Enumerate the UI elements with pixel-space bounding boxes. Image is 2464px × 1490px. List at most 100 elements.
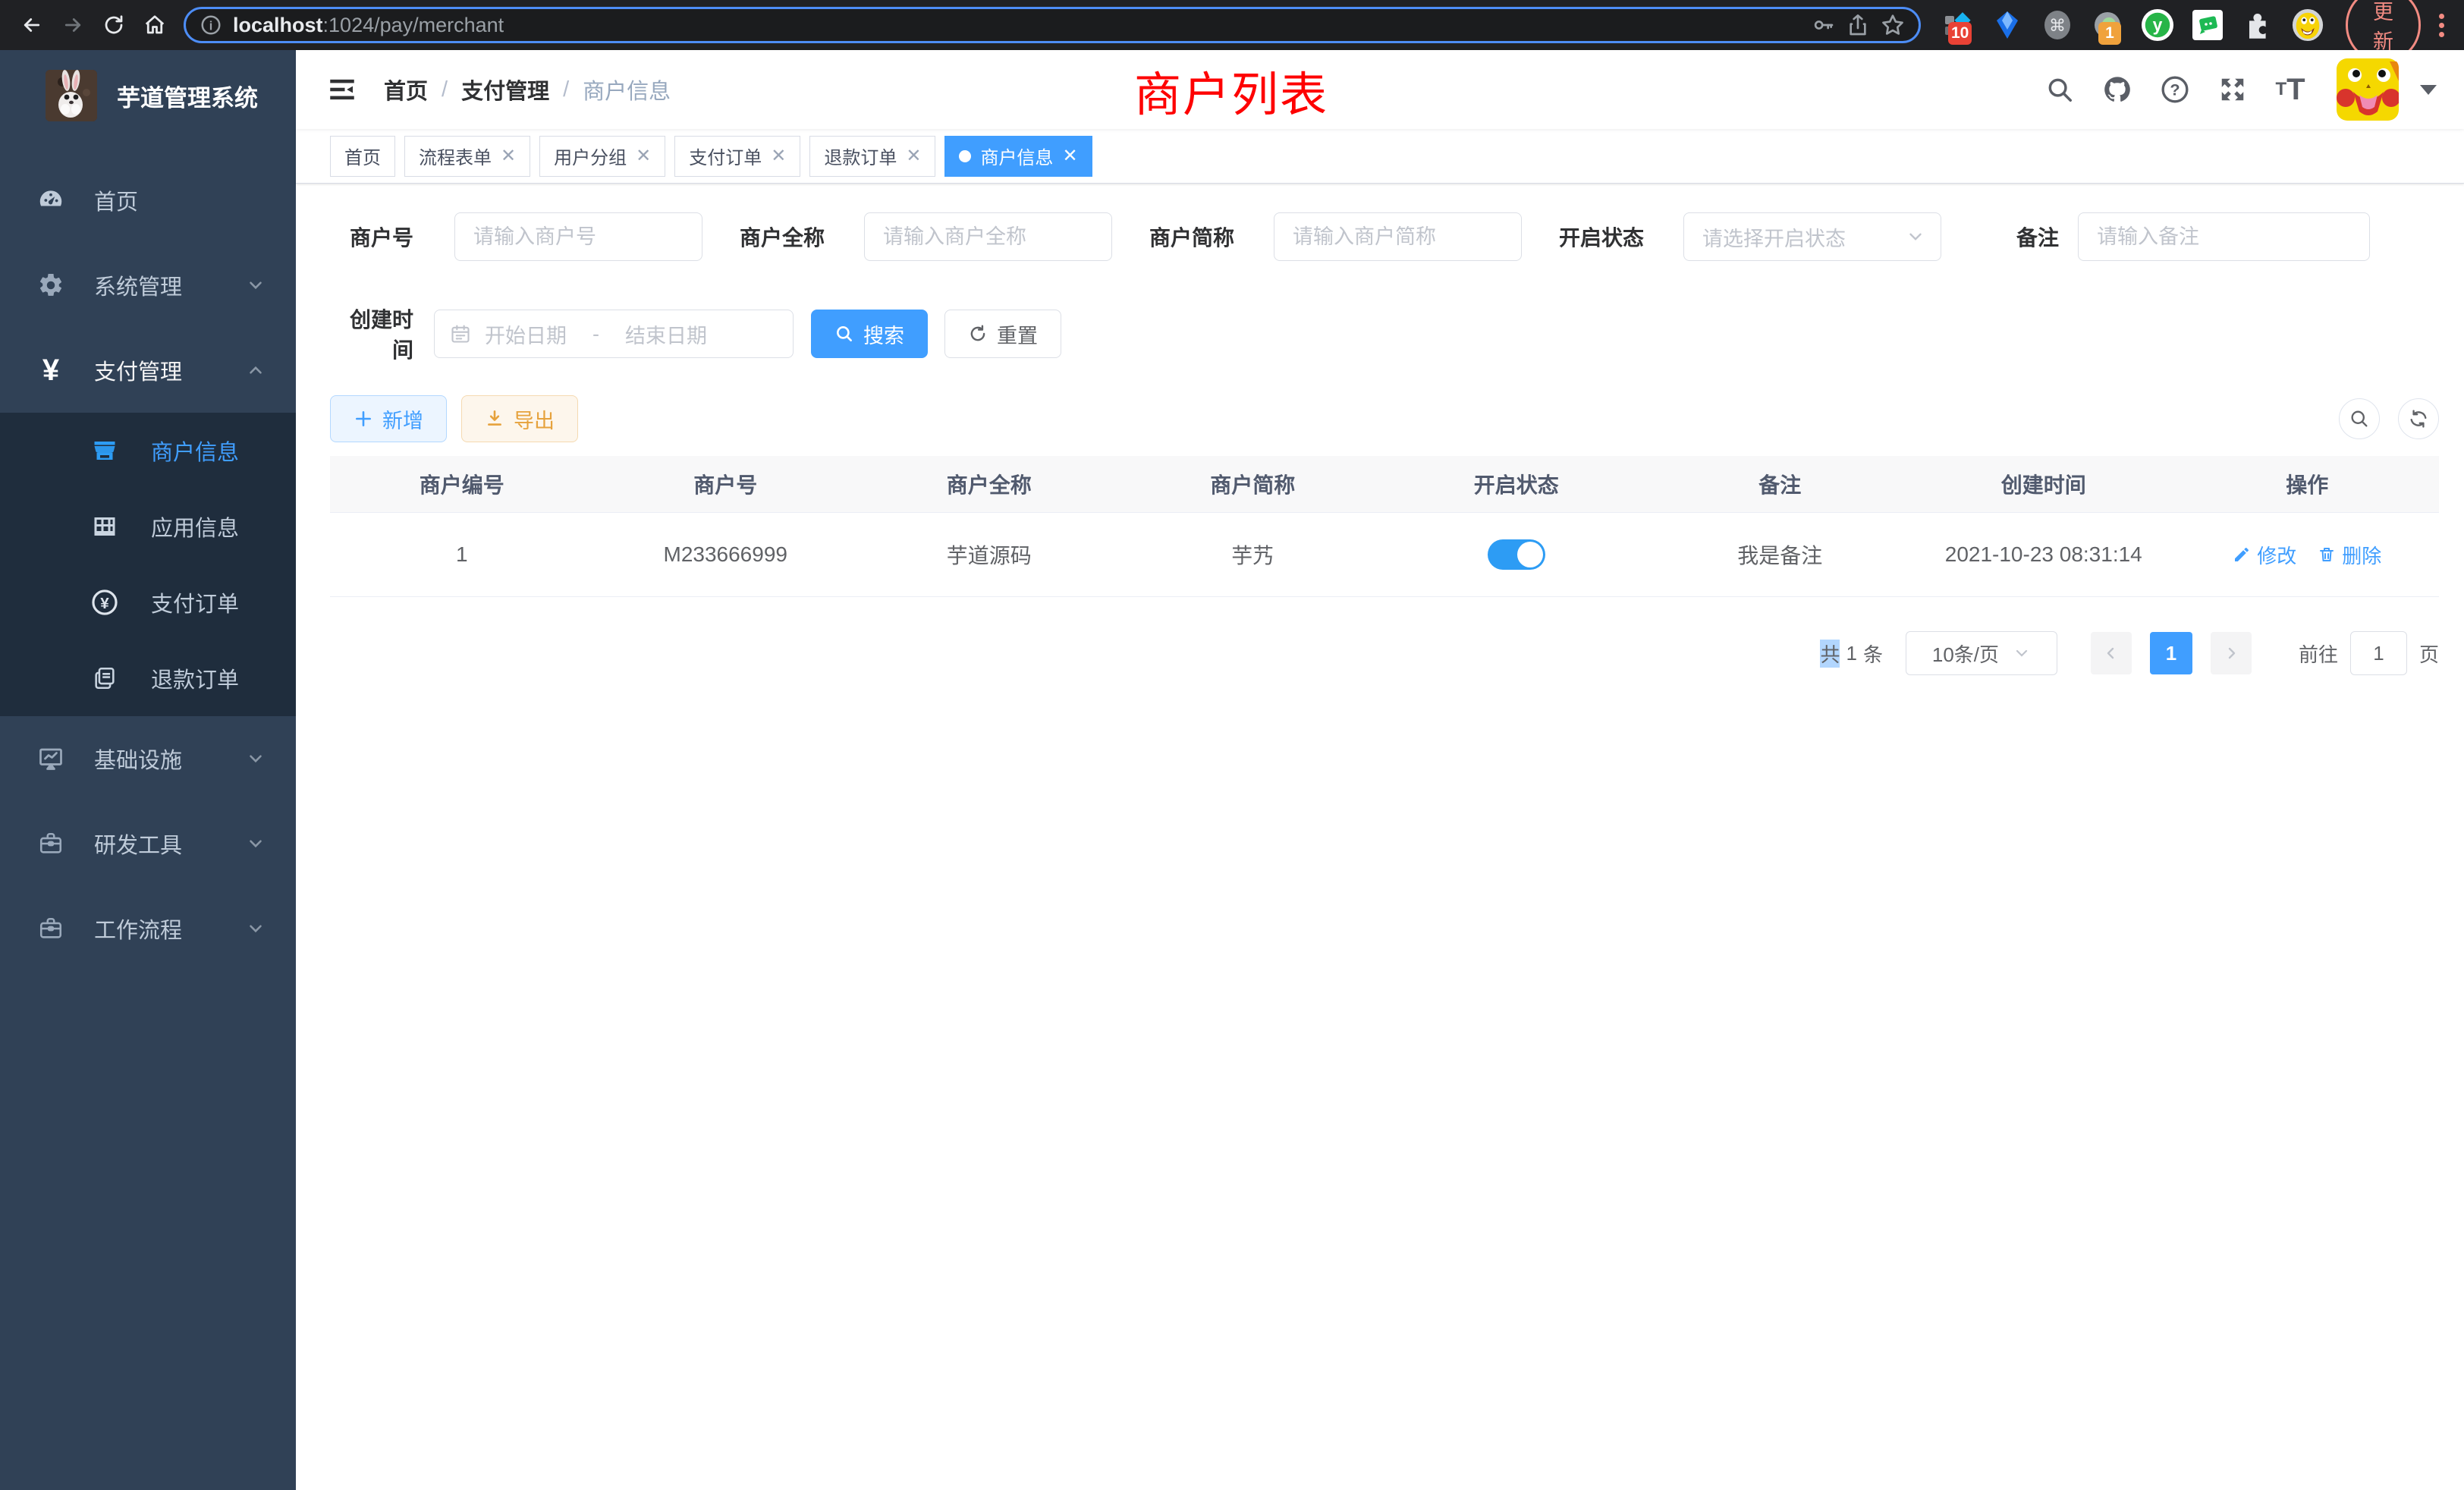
- search-icon[interactable]: [2044, 74, 2076, 105]
- sidebar-logo[interactable]: 芋道管理系统: [0, 50, 296, 141]
- extension-gem-icon[interactable]: [1991, 8, 2024, 42]
- filter-row-1: 商户号 商户全称 商户简称 开启状态 请选择开启状态 备注: [330, 212, 2439, 261]
- github-icon[interactable]: [2101, 74, 2133, 105]
- merchant-shortname-input[interactable]: [1274, 212, 1522, 261]
- start-date-placeholder: 开始日期: [485, 319, 567, 349]
- tab-pay-order[interactable]: 支付订单 ✕: [674, 136, 800, 177]
- fullscreen-icon[interactable]: [2217, 74, 2249, 105]
- sidebar-item-dev-tools[interactable]: 研发工具: [0, 801, 296, 886]
- sidebar-item-infrastructure[interactable]: 基础设施: [0, 716, 296, 801]
- create-time-range-picker[interactable]: 开始日期 - 结束日期: [434, 310, 794, 358]
- password-key-icon[interactable]: [1811, 13, 1835, 37]
- col-header-merchant-no: 商户号: [594, 456, 858, 513]
- breadcrumb-payment[interactable]: 支付管理: [461, 74, 549, 105]
- avatar-caret-icon[interactable]: [2420, 85, 2437, 95]
- sidebar-item-pay-order[interactable]: ¥ 支付订单: [0, 564, 296, 640]
- status-toggle[interactable]: [1488, 539, 1545, 570]
- sidebar-item-home[interactable]: 首页: [0, 158, 296, 243]
- tab-refund-order[interactable]: 退款订单 ✕: [809, 136, 935, 177]
- extension-y-icon[interactable]: y: [2141, 8, 2174, 42]
- reset-button[interactable]: 重置: [944, 310, 1061, 358]
- share-icon[interactable]: [1846, 13, 1870, 37]
- delete-link[interactable]: 删除: [2318, 541, 2381, 569]
- tab-process-form[interactable]: 流程表单 ✕: [404, 136, 530, 177]
- profile-emoji-icon[interactable]: [2291, 8, 2324, 42]
- tab-merchant-info[interactable]: 商户信息 ✕: [944, 136, 1092, 177]
- close-icon[interactable]: ✕: [906, 147, 921, 165]
- prev-page-button[interactable]: [2091, 632, 2132, 674]
- close-icon[interactable]: ✕: [771, 147, 786, 165]
- dashboard-icon: [32, 186, 70, 215]
- breadcrumb-home[interactable]: 首页: [384, 74, 428, 105]
- extension-command-icon[interactable]: ⌘: [2041, 8, 2074, 42]
- red-annotation-title: 商户列表: [1134, 56, 1328, 124]
- remark-label: 备注: [2016, 222, 2059, 252]
- close-icon[interactable]: ✕: [1062, 147, 1077, 165]
- page-number-1[interactable]: 1: [2150, 632, 2192, 674]
- edit-link[interactable]: 修改: [2233, 541, 2296, 569]
- font-size-icon[interactable]: TT: [2274, 74, 2306, 105]
- merchant-fullname-input[interactable]: [864, 212, 1112, 261]
- sidebar-item-merchant-info[interactable]: 商户信息: [0, 413, 296, 489]
- address-bar[interactable]: i localhost:1024/pay/merchant: [184, 7, 1921, 43]
- toggle-search-button[interactable]: [2339, 398, 2380, 439]
- sidebar-item-workflow[interactable]: 工作流程: [0, 886, 296, 971]
- close-icon[interactable]: ✕: [636, 147, 651, 165]
- sidebar-collapse-icon[interactable]: [326, 74, 358, 105]
- merchant-shortname-label: 商户简称: [1149, 222, 1234, 252]
- extension-diamond-icon[interactable]: 10: [1941, 8, 1974, 42]
- extension-badge: 1: [2098, 22, 2121, 45]
- cell-remark: 我是备注: [1648, 513, 1912, 596]
- svg-text:⌘: ⌘: [2049, 16, 2066, 35]
- svg-text:?: ?: [2170, 80, 2180, 99]
- tab-home[interactable]: 首页: [330, 136, 395, 177]
- sidebar-item-system[interactable]: 系统管理: [0, 243, 296, 328]
- toolbox-icon: [32, 916, 70, 941]
- status-label: 开启状态: [1559, 222, 1644, 252]
- svg-text:y: y: [2153, 15, 2163, 35]
- bookmark-star-icon[interactable]: [1881, 13, 1905, 37]
- extensions-puzzle-icon[interactable]: [2241, 8, 2274, 42]
- browser-menu-icon[interactable]: [2439, 14, 2444, 37]
- page-jumper: 前往 页: [2299, 631, 2439, 675]
- search-button[interactable]: 搜索: [811, 310, 928, 358]
- extension-chat-icon[interactable]: [2191, 8, 2224, 42]
- merchant-no-input[interactable]: [454, 212, 702, 261]
- sidebar-item-app-info[interactable]: 应用信息: [0, 489, 296, 564]
- status-select[interactable]: 请选择开启状态: [1683, 212, 1941, 261]
- next-page-button[interactable]: [2211, 632, 2252, 674]
- table-row: 1 M233666999 芋道源码 芋艿 我是备注 2021-10-23 08:…: [330, 513, 2439, 596]
- refresh-table-button[interactable]: [2398, 398, 2439, 439]
- export-button[interactable]: 导出: [461, 395, 578, 442]
- back-icon[interactable]: [15, 8, 49, 42]
- user-avatar[interactable]: [2337, 58, 2399, 121]
- filter-row-2: 创建时间 开始日期 - 结束日期 搜索 重置: [330, 303, 2439, 364]
- remark-input[interactable]: [2078, 212, 2370, 261]
- reload-icon[interactable]: [97, 8, 130, 42]
- sidebar-item-payment[interactable]: ¥ 支付管理: [0, 328, 296, 413]
- close-icon[interactable]: ✕: [501, 147, 516, 165]
- help-icon[interactable]: ?: [2159, 74, 2191, 105]
- home-icon[interactable]: [138, 8, 171, 42]
- search-icon: [2349, 408, 2370, 429]
- sidebar: 芋道管理系统 首页 系统管理 ¥: [0, 50, 296, 1490]
- table-header-row: 商户编号 商户号 商户全称 商户简称 开启状态 备注 创建时间 操作: [330, 456, 2439, 513]
- yen-circle-icon: ¥: [87, 588, 122, 617]
- forward-icon[interactable]: [56, 8, 90, 42]
- extension-badge: 10: [1948, 22, 1972, 45]
- add-button[interactable]: 新增: [330, 395, 447, 442]
- chevron-down-icon: [246, 834, 266, 853]
- pagination-total: 共 1 条: [1820, 640, 1883, 668]
- sidebar-item-refund-order[interactable]: 退款订单: [0, 640, 296, 716]
- site-info-icon[interactable]: i: [200, 14, 222, 36]
- tab-user-group[interactable]: 用户分组 ✕: [539, 136, 665, 177]
- merchant-fullname-label: 商户全称: [740, 222, 825, 252]
- col-header-status: 开启状态: [1384, 456, 1648, 513]
- col-header-actions: 操作: [2176, 456, 2440, 513]
- gear-icon: [32, 272, 70, 299]
- extension-green-dot-icon[interactable]: 1: [2091, 8, 2124, 42]
- merchant-no-label: 商户号: [330, 222, 413, 252]
- goto-page-input[interactable]: [2350, 631, 2407, 675]
- logo-rabbit-image: [46, 70, 97, 121]
- page-size-select[interactable]: 10条/页: [1906, 631, 2057, 675]
